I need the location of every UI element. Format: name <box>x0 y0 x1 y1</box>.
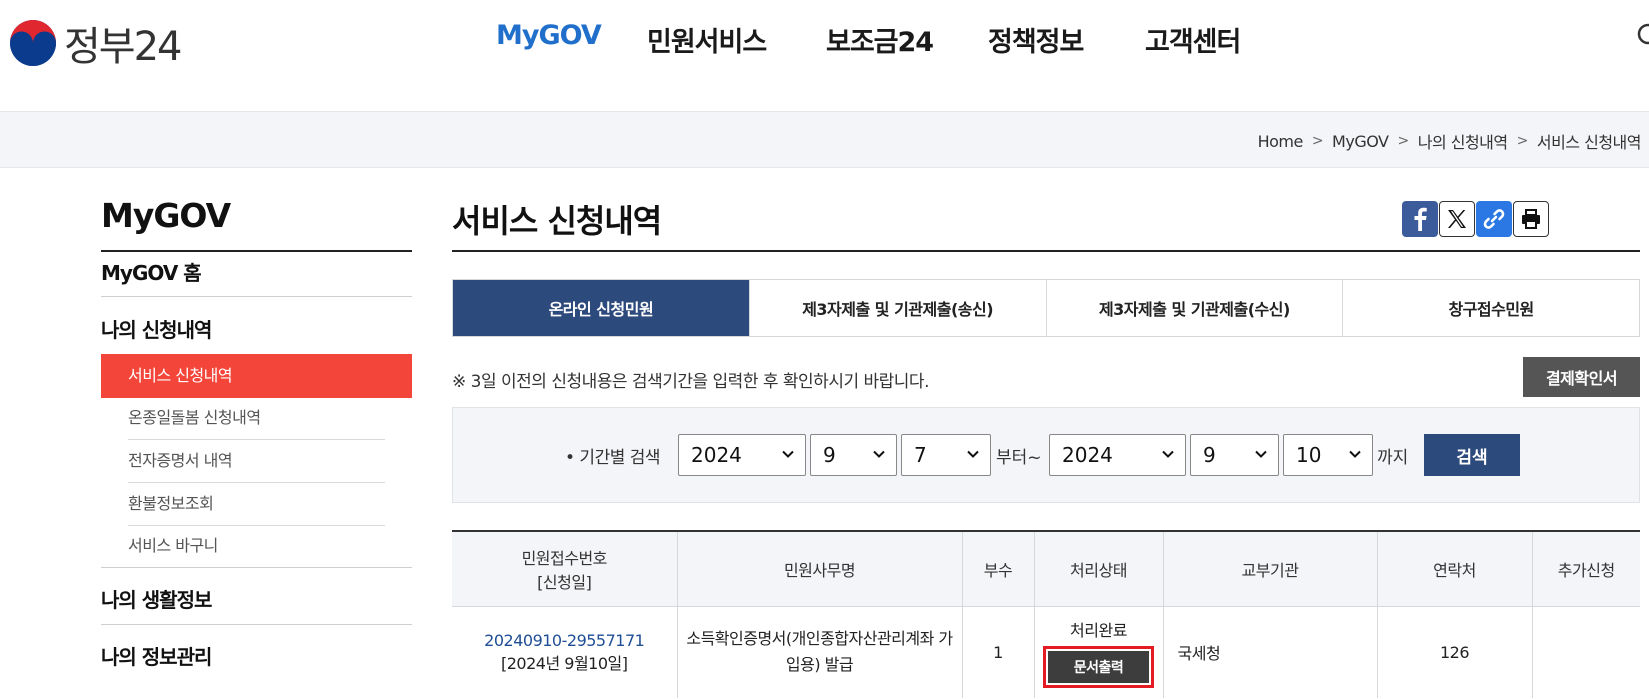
nav-subsidy24[interactable]: 보조금24 <box>826 20 934 59</box>
table-header-row: 민원접수번호 [신청일] 민원사무명 부수 처리상태 교부기관 연락처 추가신청 <box>452 532 1640 607</box>
nav-civil-service[interactable]: 민원서비스 <box>647 20 767 59</box>
service-name-line1: 소득확인증명서(개인종합자산관리계좌 가 <box>686 629 953 649</box>
tab-counter-applications[interactable]: 창구접수민원 <box>1342 280 1639 336</box>
to-month-value: 9 <box>1203 443 1216 467</box>
application-date: [2024년 9월10일] <box>501 653 628 673</box>
print-icon[interactable] <box>1513 201 1549 237</box>
from-day-value: 7 <box>914 443 927 467</box>
cell-agency: 국세청 <box>1162 606 1377 698</box>
chevron-right-icon: > <box>1397 133 1409 149</box>
tab-third-party-received[interactable]: 제3자제출 및 기관제출(수신) <box>1045 280 1343 336</box>
period-search-box: • 기간별 검색 2024 9 7 부터~ 2024 9 10 까지 검색 <box>452 407 1640 503</box>
from-day-select[interactable]: 7 <box>901 434 991 476</box>
receipt-number-link[interactable]: 20240910-29557171 <box>484 631 645 650</box>
chevron-right-icon: > <box>1516 133 1529 149</box>
chevron-down-icon <box>1349 450 1361 458</box>
breadcrumb-current[interactable]: 서비스 신청내역 <box>1537 129 1642 153</box>
from-year-select[interactable]: 2024 <box>678 434 806 476</box>
to-month-select[interactable]: 9 <box>1190 434 1279 476</box>
to-suffix: 까지 <box>1377 448 1409 468</box>
cell-service-name: 소득확인증명서(개인종합자산관리계좌 가 입용) 발급 <box>676 606 962 698</box>
sidebar-sub-service-cart[interactable]: 서비스 바구니 <box>101 524 412 568</box>
col-service-name: 민원사무명 <box>676 532 962 607</box>
col-receipt-number-label: 민원접수번호 <box>521 548 608 568</box>
chevron-down-icon <box>1255 450 1267 458</box>
print-document-button[interactable]: 문서출력 <box>1043 645 1154 688</box>
to-day-select[interactable]: 10 <box>1283 434 1373 476</box>
sidebar-item-life-info[interactable]: 나의 생활정보 <box>101 584 412 613</box>
to-year-select[interactable]: 2024 <box>1049 434 1186 476</box>
sidebar-sub-e-certificates[interactable]: 전자증명서 내역 <box>101 439 412 483</box>
chevron-down-icon <box>1162 450 1174 458</box>
chevron-right-icon: > <box>1311 133 1324 149</box>
service-name-line2: 입용) 발급 <box>785 655 854 675</box>
period-notice: ※ 3일 이전의 신청내용은 검색기간을 입력한 후 확인하시기 바랍니다. <box>452 372 929 392</box>
to-year-value: 2024 <box>1062 443 1113 467</box>
from-suffix: 부터~ <box>996 448 1042 468</box>
cell-additional-request <box>1531 606 1640 698</box>
tab-third-party-sent[interactable]: 제3자제출 및 기관제출(송신) <box>748 280 1046 336</box>
col-contact: 연락처 <box>1376 532 1532 607</box>
sidebar-sub-service-applications[interactable]: 서비스 신청내역 <box>101 354 412 398</box>
chevron-down-icon <box>782 450 794 458</box>
applications-table: 민원접수번호 [신청일] 민원사무명 부수 처리상태 교부기관 연락처 추가신청… <box>452 530 1640 698</box>
col-copies: 부수 <box>961 532 1034 607</box>
search-button[interactable]: 검색 <box>1424 434 1520 476</box>
period-search-label: • 기간별 검색 <box>565 448 661 468</box>
link-copy-icon[interactable] <box>1476 201 1512 237</box>
x-share-icon[interactable] <box>1439 201 1475 237</box>
chevron-down-icon <box>967 450 979 458</box>
col-application-date-label: [신청일] <box>537 572 592 592</box>
sidebar-divider <box>101 567 412 568</box>
sidebar-title: MyGOV <box>101 196 231 235</box>
sidebar-divider <box>101 624 412 625</box>
payment-confirmation-button[interactable]: 결제확인서 <box>1523 357 1640 397</box>
facebook-share-icon[interactable] <box>1402 201 1438 237</box>
col-additional-request: 추가신청 <box>1531 532 1640 607</box>
nav-mygov[interactable]: MyGOV <box>496 20 602 51</box>
page-title: 서비스 신청내역 <box>452 202 662 240</box>
status-text: 처리완료 <box>1070 620 1127 640</box>
breadcrumb-bar: Home > MyGOV > 나의 신청내역 > 서비스 신청내역 <box>0 112 1649 168</box>
col-status: 처리상태 <box>1033 532 1163 607</box>
breadcrumb: Home > MyGOV > 나의 신청내역 > 서비스 신청내역 <box>1258 129 1642 153</box>
table-row: 20240910-29557171 [2024년 9월10일] 소득확인증명서(… <box>452 606 1640 698</box>
sidebar-sub-refund-info[interactable]: 환불정보조회 <box>101 482 412 526</box>
nav-policy-info[interactable]: 정책정보 <box>988 20 1084 59</box>
breadcrumb-mygov[interactable]: MyGOV <box>1332 132 1389 151</box>
tab-list: 온라인 신청민원 제3자제출 및 기관제출(송신) 제3자제출 및 기관제출(수… <box>452 279 1640 337</box>
tab-online-applications[interactable]: 온라인 신청민원 <box>453 280 749 336</box>
site-header: 정부24 MyGOV 민원서비스 보조금24 정책정보 고객센터 <box>0 0 1649 112</box>
col-issuing-agency: 교부기관 <box>1162 532 1377 607</box>
breadcrumb-my-applications[interactable]: 나의 신청내역 <box>1418 129 1508 153</box>
print-document-label: 문서출력 <box>1048 650 1149 683</box>
sidebar-item-mygov-home[interactable]: MyGOV 홈 <box>101 257 412 286</box>
from-month-value: 9 <box>823 443 836 467</box>
to-day-value: 10 <box>1296 443 1322 467</box>
breadcrumb-home[interactable]: Home <box>1258 132 1304 151</box>
chevron-down-icon <box>873 450 885 458</box>
cell-contact: 126 <box>1376 606 1532 698</box>
sidebar-divider <box>101 296 412 297</box>
title-divider <box>452 250 1640 252</box>
cell-receipt: 20240910-29557171 [2024년 9월10일] <box>452 606 677 698</box>
cell-copies: 1 <box>961 606 1034 698</box>
sidebar-sub-allday-care[interactable]: 온종일돌봄 신청내역 <box>101 396 412 440</box>
from-month-select[interactable]: 9 <box>810 434 897 476</box>
from-year-value: 2024 <box>691 443 742 467</box>
cell-status: 처리완료 문서출력 <box>1033 606 1163 698</box>
sidebar-item-my-applications[interactable]: 나의 신청내역 <box>101 314 412 343</box>
nav-customer-center[interactable]: 고객센터 <box>1145 20 1241 59</box>
main-nav: MyGOV 민원서비스 보조금24 정책정보 고객센터 <box>0 20 1649 64</box>
sidebar-item-info-management[interactable]: 나의 정보관리 <box>101 641 412 670</box>
search-icon[interactable] <box>1636 22 1649 52</box>
col-receipt-number: 민원접수번호 [신청일] <box>452 532 677 607</box>
sidebar-title-divider <box>101 250 412 252</box>
